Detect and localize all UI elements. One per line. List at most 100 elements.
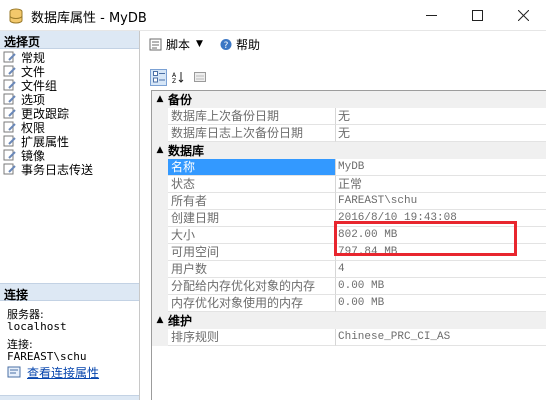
category-label: 维护 [168,313,193,328]
database-icon [9,8,23,24]
view-connection-properties-link[interactable]: 查看连接属性 [0,364,139,380]
row-gutter [152,261,168,278]
property-pages-button[interactable] [191,69,208,86]
property-row[interactable]: 用户数 4 [152,261,546,278]
property-row[interactable]: 状态 正常 [152,176,546,193]
collapse-icon[interactable]: ▲ [152,315,168,325]
property-grid-toolbar: AZ [150,68,210,86]
server-value: localhost [7,320,67,333]
page-wrench-icon [3,135,16,147]
collapse-icon[interactable]: ▲ [152,94,168,104]
connection-header: 连接 [0,283,139,302]
script-label: 脚本 [166,37,191,52]
page-list: 常规 文件 文件组 选项 更改跟踪 权限 扩展属性 镜像 事务日志传送 [0,49,139,177]
category-label: 备份 [168,92,193,107]
row-gutter [152,227,168,244]
svg-text:Z: Z [172,78,176,83]
script-button[interactable]: 脚本 ▼ [146,34,206,55]
property-row[interactable]: 所有者 FAREAST\schu [152,193,546,210]
property-row[interactable]: 分配给内存优化对象的内存 0.00 MB [152,278,546,295]
row-gutter [152,125,168,142]
script-icon [149,38,162,50]
row-gutter [152,193,168,210]
property-value: 0.00 MB [336,278,546,295]
property-row[interactable]: 数据库上次备份日期 无 [152,108,546,125]
page-wrench-icon [3,51,16,63]
category-backup[interactable]: ▲ 备份 [152,91,546,108]
property-name: 数据库上次备份日期 [168,108,336,125]
categorized-button[interactable] [150,68,167,86]
row-gutter [152,176,168,193]
property-value: 4 [336,261,546,278]
property-value: Chinese_PRC_CI_AS [336,329,546,346]
property-name: 状态 [168,176,336,193]
property-value: FAREAST\schu [336,193,546,210]
page-wrench-icon [3,93,16,105]
title-bar: 数据库属性 - MyDB [0,0,546,31]
close-icon [517,10,529,21]
alphabetical-button[interactable]: AZ [169,69,186,86]
property-name: 数据库日志上次备份日期 [168,125,336,142]
collapse-icon[interactable]: ▲ [152,145,168,155]
properties-icon [7,366,21,378]
svg-text:?: ? [224,41,229,51]
minimize-icon [425,15,437,16]
property-name: 分配给内存优化对象的内存 [168,278,336,295]
connection-section: 连接 服务器: localhost 连接: FAREAST\schu 查看连接属… [0,283,139,380]
page-wrench-icon [3,149,16,161]
property-name: 所有者 [168,193,336,210]
connection-label: 连接: [7,338,33,351]
row-gutter [152,295,168,312]
maximize-button[interactable] [454,0,500,31]
property-name: 名称 [168,159,336,176]
row-gutter [152,244,168,261]
select-page-header: 选择页 [0,31,139,49]
page-wrench-icon [3,107,16,119]
help-button[interactable]: ? 帮助 [216,34,263,55]
connection-value: FAREAST\schu [7,350,87,363]
row-gutter [152,108,168,125]
server-label: 服务器: [7,308,44,321]
toolbar: 脚本 ▼ ? 帮助 [141,31,546,57]
property-name: 可用空间 [168,244,336,261]
property-name: 大小 [168,227,336,244]
row-gutter [152,329,168,346]
help-icon: ? [220,38,232,51]
window-title: 数据库属性 - MyDB [31,11,147,26]
grid-empty-area [152,346,546,400]
property-row[interactable]: 排序规则 Chinese_PRC_CI_AS [152,329,546,346]
property-name: 用户数 [168,261,336,278]
category-database[interactable]: ▲ 数据库 [152,142,546,159]
page-wrench-icon [3,121,16,133]
property-name: 内存优化对象使用的内存 [168,295,336,312]
page-wrench-icon [3,163,16,175]
sort-alphabetical-icon: AZ [172,72,183,83]
page-item-log-shipping[interactable]: 事务日志传送 [0,162,139,177]
property-value: 正常 [336,176,546,193]
row-gutter [152,210,168,227]
property-row[interactable]: 内存优化对象使用的内存 0.00 MB [152,295,546,312]
property-value: MyDB [336,159,546,176]
categorized-icon [152,71,165,83]
view-connection-properties-label: 查看连接属性 [27,365,100,380]
row-gutter [152,159,168,176]
property-row[interactable]: 数据库日志上次备份日期 无 [152,125,546,142]
property-row[interactable]: 名称 MyDB [152,159,546,176]
property-value: 无 [336,125,546,142]
highlight-annotation [334,221,517,256]
category-label: 数据库 [168,143,205,158]
property-pages-icon [193,72,206,82]
page-wrench-icon [3,79,16,91]
page-item-label: 事务日志传送 [21,162,94,177]
property-name: 创建日期 [168,210,336,227]
left-pane: 选择页 常规 文件 文件组 选项 更改跟踪 权限 扩展属性 镜像 事务日志传送 … [0,31,140,400]
page-wrench-icon [3,65,16,77]
help-label: 帮助 [235,37,260,52]
property-value: 0.00 MB [336,295,546,312]
category-maintenance[interactable]: ▲ 维护 [152,312,546,329]
property-value: 无 [336,108,546,125]
minimize-button[interactable] [408,0,454,31]
property-name: 排序规则 [168,329,336,346]
maximize-icon [471,10,483,21]
close-button[interactable] [500,0,546,31]
